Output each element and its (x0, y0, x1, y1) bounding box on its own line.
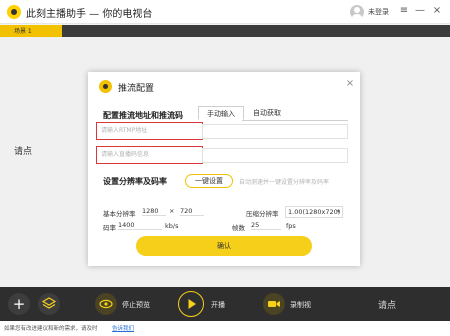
login-status-label[interactable]: 未登录 (368, 7, 389, 17)
stream-config-dialog: 推流配置 × 配置推流地址和推流码 手动输入 自动获取 请输入RTMP地址 请输… (88, 72, 360, 266)
confirm-button[interactable]: 确认 (136, 236, 312, 256)
dialog-title: 推流配置 (118, 84, 155, 94)
start-broadcast-label[interactable]: 开播 (211, 300, 225, 310)
stream-code-input-extension[interactable] (202, 148, 348, 163)
chevron-down-icon: ▾ (336, 208, 340, 215)
user-avatar-icon[interactable] (350, 5, 364, 19)
dialog-close-button[interactable]: × (345, 78, 355, 90)
menu-icon[interactable]: ≡ (397, 3, 411, 19)
fps-label: 帧数 (232, 224, 245, 232)
scene-tab-label: 场景 1 (14, 28, 32, 35)
app-logo-icon (7, 5, 21, 19)
rtmp-address-input-extension[interactable] (202, 124, 348, 139)
stream-code-input[interactable]: 请输入直播码信息 (96, 146, 203, 164)
bitrate-unit: kb/s (165, 222, 179, 230)
title-bar: 此刻主播助手 — 你的电视台 未登录 ≡ — × (0, 0, 450, 24)
stop-preview-button[interactable] (95, 293, 117, 315)
scene-tab-bar: 场景 1 (0, 25, 450, 37)
bitrate-input[interactable]: 1400 (118, 221, 162, 230)
feedback-link[interactable]: 告诉我们 (112, 324, 134, 332)
bitrate-label: 码率 (103, 224, 116, 232)
compressed-resolution-select[interactable]: 1.00(1280x720) ▾ (285, 206, 343, 218)
stop-preview-label[interactable]: 停止预览 (122, 300, 150, 310)
fps-unit: fps (286, 222, 296, 230)
canvas-hint-right: 请点 (378, 301, 397, 311)
start-broadcast-button[interactable] (178, 291, 204, 317)
compressed-resolution-label: 压缩分辨率 (246, 210, 279, 218)
layers-button[interactable] (38, 293, 60, 315)
status-bar: 如果您有改进建议和新的需求，请及时 告诉我们 (0, 321, 450, 336)
tab-divider (242, 120, 348, 121)
close-window-button[interactable]: × (430, 3, 444, 19)
layers-icon (41, 297, 57, 309)
app-title: 此刻主播助手 — 你的电视台 (26, 9, 153, 20)
add-source-button[interactable]: + (8, 293, 30, 315)
record-label[interactable]: 录制视 (290, 300, 311, 310)
base-resolution-label: 基本分辨率 (103, 210, 136, 218)
times-sign: × (169, 207, 175, 215)
base-width-input[interactable]: 1280 (142, 207, 166, 216)
tab-manual-input[interactable]: 手动输入 (198, 106, 244, 120)
tab-auto-fetch[interactable]: 自动获取 (246, 106, 288, 120)
auto-speed-test-hint: 自动测速并一键设置分辨率及码率 (239, 179, 330, 186)
play-icon (188, 299, 196, 309)
compressed-resolution-value: 1.00(1280x720) (288, 208, 341, 216)
minimize-button[interactable]: — (413, 3, 427, 19)
feedback-text: 如果您有改进建议和新的需求，请及时 (4, 326, 98, 332)
eye-icon (99, 299, 113, 309)
fps-input[interactable]: 25 (251, 221, 281, 230)
resolution-section-title: 设置分辨率及码率 (103, 177, 167, 186)
stream-section-title: 配置推流地址和推流码 (103, 111, 183, 120)
canvas-hint-left: 请点 (14, 147, 33, 157)
video-camera-icon (268, 301, 280, 307)
one-click-setup-button[interactable]: 一键设置 (185, 174, 233, 188)
rtmp-address-input[interactable]: 请输入RTMP地址 (96, 122, 203, 140)
dialog-logo-icon (99, 80, 112, 93)
tab-scene-1[interactable]: 场景 1 (0, 25, 62, 37)
base-height-input[interactable]: 720 (180, 207, 204, 216)
record-button[interactable] (263, 293, 285, 315)
